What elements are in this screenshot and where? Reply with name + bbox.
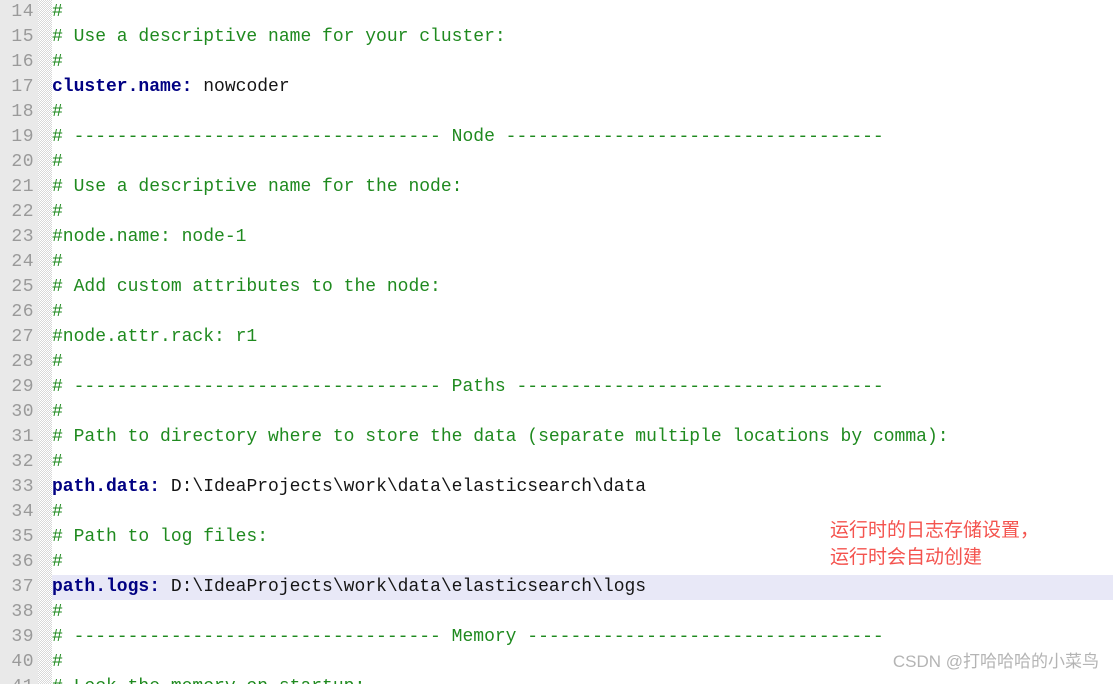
line-number: 28 [11, 352, 34, 372]
line-number: 35 [11, 527, 34, 547]
code-line[interactable]: # [52, 600, 1113, 625]
line-number: 21 [11, 177, 34, 197]
code-editor[interactable]: 14 15 16 17 18 19 20 21 22 23 24 25 26 27 28 29 30 31 32 33… [0, 0, 1113, 684]
line-number: 16 [11, 52, 34, 72]
code-line[interactable]: # ---------------------------------- Mem… [52, 625, 1113, 650]
code-line[interactable]: # Use a descriptive name for the node: [52, 175, 1113, 200]
comment-token: # [52, 252, 63, 272]
comment-token: # Use a descriptive name for the node: [52, 177, 463, 197]
comment-token: # ---------------------------------- Pat… [52, 377, 884, 397]
comment-token: # Path to directory where to store the d… [52, 427, 949, 447]
comment-token: # ---------------------------------- Mem… [52, 627, 884, 647]
code-line[interactable]: # [52, 300, 1113, 325]
code-line[interactable]: # Lock the memory on startup: [52, 675, 1113, 684]
line-number: 40 [11, 652, 34, 672]
line-number: 17 [11, 77, 34, 97]
code-line-current[interactable]: path.logs: D:\IdeaProjects\work\data\ela… [52, 575, 1113, 600]
code-line[interactable]: # ---------------------------------- Pat… [52, 375, 1113, 400]
code-line[interactable]: # [52, 350, 1113, 375]
line-number: 25 [11, 277, 34, 297]
line-number-list: 14 15 16 17 18 19 20 21 22 23 24 25 26 27 28 29 30 31 32 33… [0, 0, 38, 684]
comment-token: # Lock the memory on startup: [52, 677, 365, 684]
code-content-area[interactable]: # # Use a descriptive name for your clust… [52, 0, 1113, 684]
line-number: 37 [11, 577, 34, 597]
line-number: 18 [11, 102, 34, 122]
line-number: 36 [11, 552, 34, 572]
comment-token: # [52, 202, 63, 222]
comment-token: # [52, 502, 63, 522]
line-number: 34 [11, 502, 34, 522]
code-line[interactable]: # [52, 50, 1113, 75]
comment-token: # [52, 152, 63, 172]
yaml-value-token: D:\IdeaProjects\work\data\elasticsearch\… [160, 577, 647, 597]
line-number: 14 [11, 2, 34, 22]
code-line[interactable]: #node.attr.rack: r1 [52, 325, 1113, 350]
comment-token: # Use a descriptive name for your cluste… [52, 27, 506, 47]
yaml-key-token: cluster.name: [52, 77, 193, 97]
line-number: 24 [11, 252, 34, 272]
line-number: 22 [11, 202, 34, 222]
comment-token: # ---------------------------------- Nod… [52, 127, 884, 147]
line-number: 38 [11, 602, 34, 622]
yaml-value-token: nowcoder [192, 77, 290, 97]
code-line[interactable]: # [52, 150, 1113, 175]
code-folding-strip[interactable] [38, 0, 52, 684]
line-number: 29 [11, 377, 34, 397]
line-number: 20 [11, 152, 34, 172]
code-line[interactable]: # [52, 400, 1113, 425]
code-line[interactable]: # ---------------------------------- Nod… [52, 125, 1113, 150]
line-number: 23 [11, 227, 34, 247]
line-number: 26 [11, 302, 34, 322]
code-line[interactable]: path.data: D:\IdeaProjects\work\data\ela… [52, 475, 1113, 500]
line-number: 41 [0, 675, 38, 684]
comment-token: #node.name: node-1 [52, 227, 247, 247]
code-line[interactable]: # Use a descriptive name for your cluste… [52, 25, 1113, 50]
code-line[interactable]: # [52, 500, 1113, 525]
line-number: 39 [11, 627, 34, 647]
line-number: 19 [11, 127, 34, 147]
line-number: 31 [11, 427, 34, 447]
comment-token: # [52, 452, 63, 472]
yaml-key-token: path.logs: [52, 577, 161, 597]
code-line[interactable]: #node.name: node-1 [52, 225, 1113, 250]
code-line[interactable]: cluster.name: nowcoder [52, 75, 1113, 100]
comment-token: # [52, 602, 63, 622]
code-line[interactable]: # Path to directory where to store the d… [52, 425, 1113, 450]
comment-token: # [52, 102, 63, 122]
line-number: 15 [11, 27, 34, 47]
line-number: 33 [11, 477, 34, 497]
yaml-key-token: path.data: [52, 477, 161, 497]
line-number: 27 [11, 327, 34, 347]
yaml-value-token: D:\IdeaProjects\work\data\elasticsearch\… [160, 477, 647, 497]
comment-token: # [52, 2, 63, 22]
code-line[interactable]: # Add custom attributes to the node: [52, 275, 1113, 300]
line-number: 30 [11, 402, 34, 422]
comment-token: # [52, 302, 63, 322]
comment-token: # [52, 652, 63, 672]
code-line[interactable]: # [52, 100, 1113, 125]
comment-token: # [52, 552, 63, 572]
comment-token: # [52, 402, 63, 422]
code-line[interactable]: # [52, 200, 1113, 225]
comment-token: # [52, 52, 63, 72]
code-line[interactable]: # [52, 450, 1113, 475]
line-number: 32 [11, 452, 34, 472]
code-line[interactable]: # [52, 250, 1113, 275]
comment-token: # Path to log files: [52, 527, 269, 547]
code-line[interactable]: # [52, 550, 1113, 575]
code-line[interactable]: # [52, 0, 1113, 25]
code-line[interactable]: # [52, 650, 1113, 675]
comment-token: # [52, 352, 63, 372]
code-line[interactable]: # Path to log files: [52, 525, 1113, 550]
comment-token: #node.attr.rack: r1 [52, 327, 258, 347]
comment-token: # Add custom attributes to the node: [52, 277, 441, 297]
